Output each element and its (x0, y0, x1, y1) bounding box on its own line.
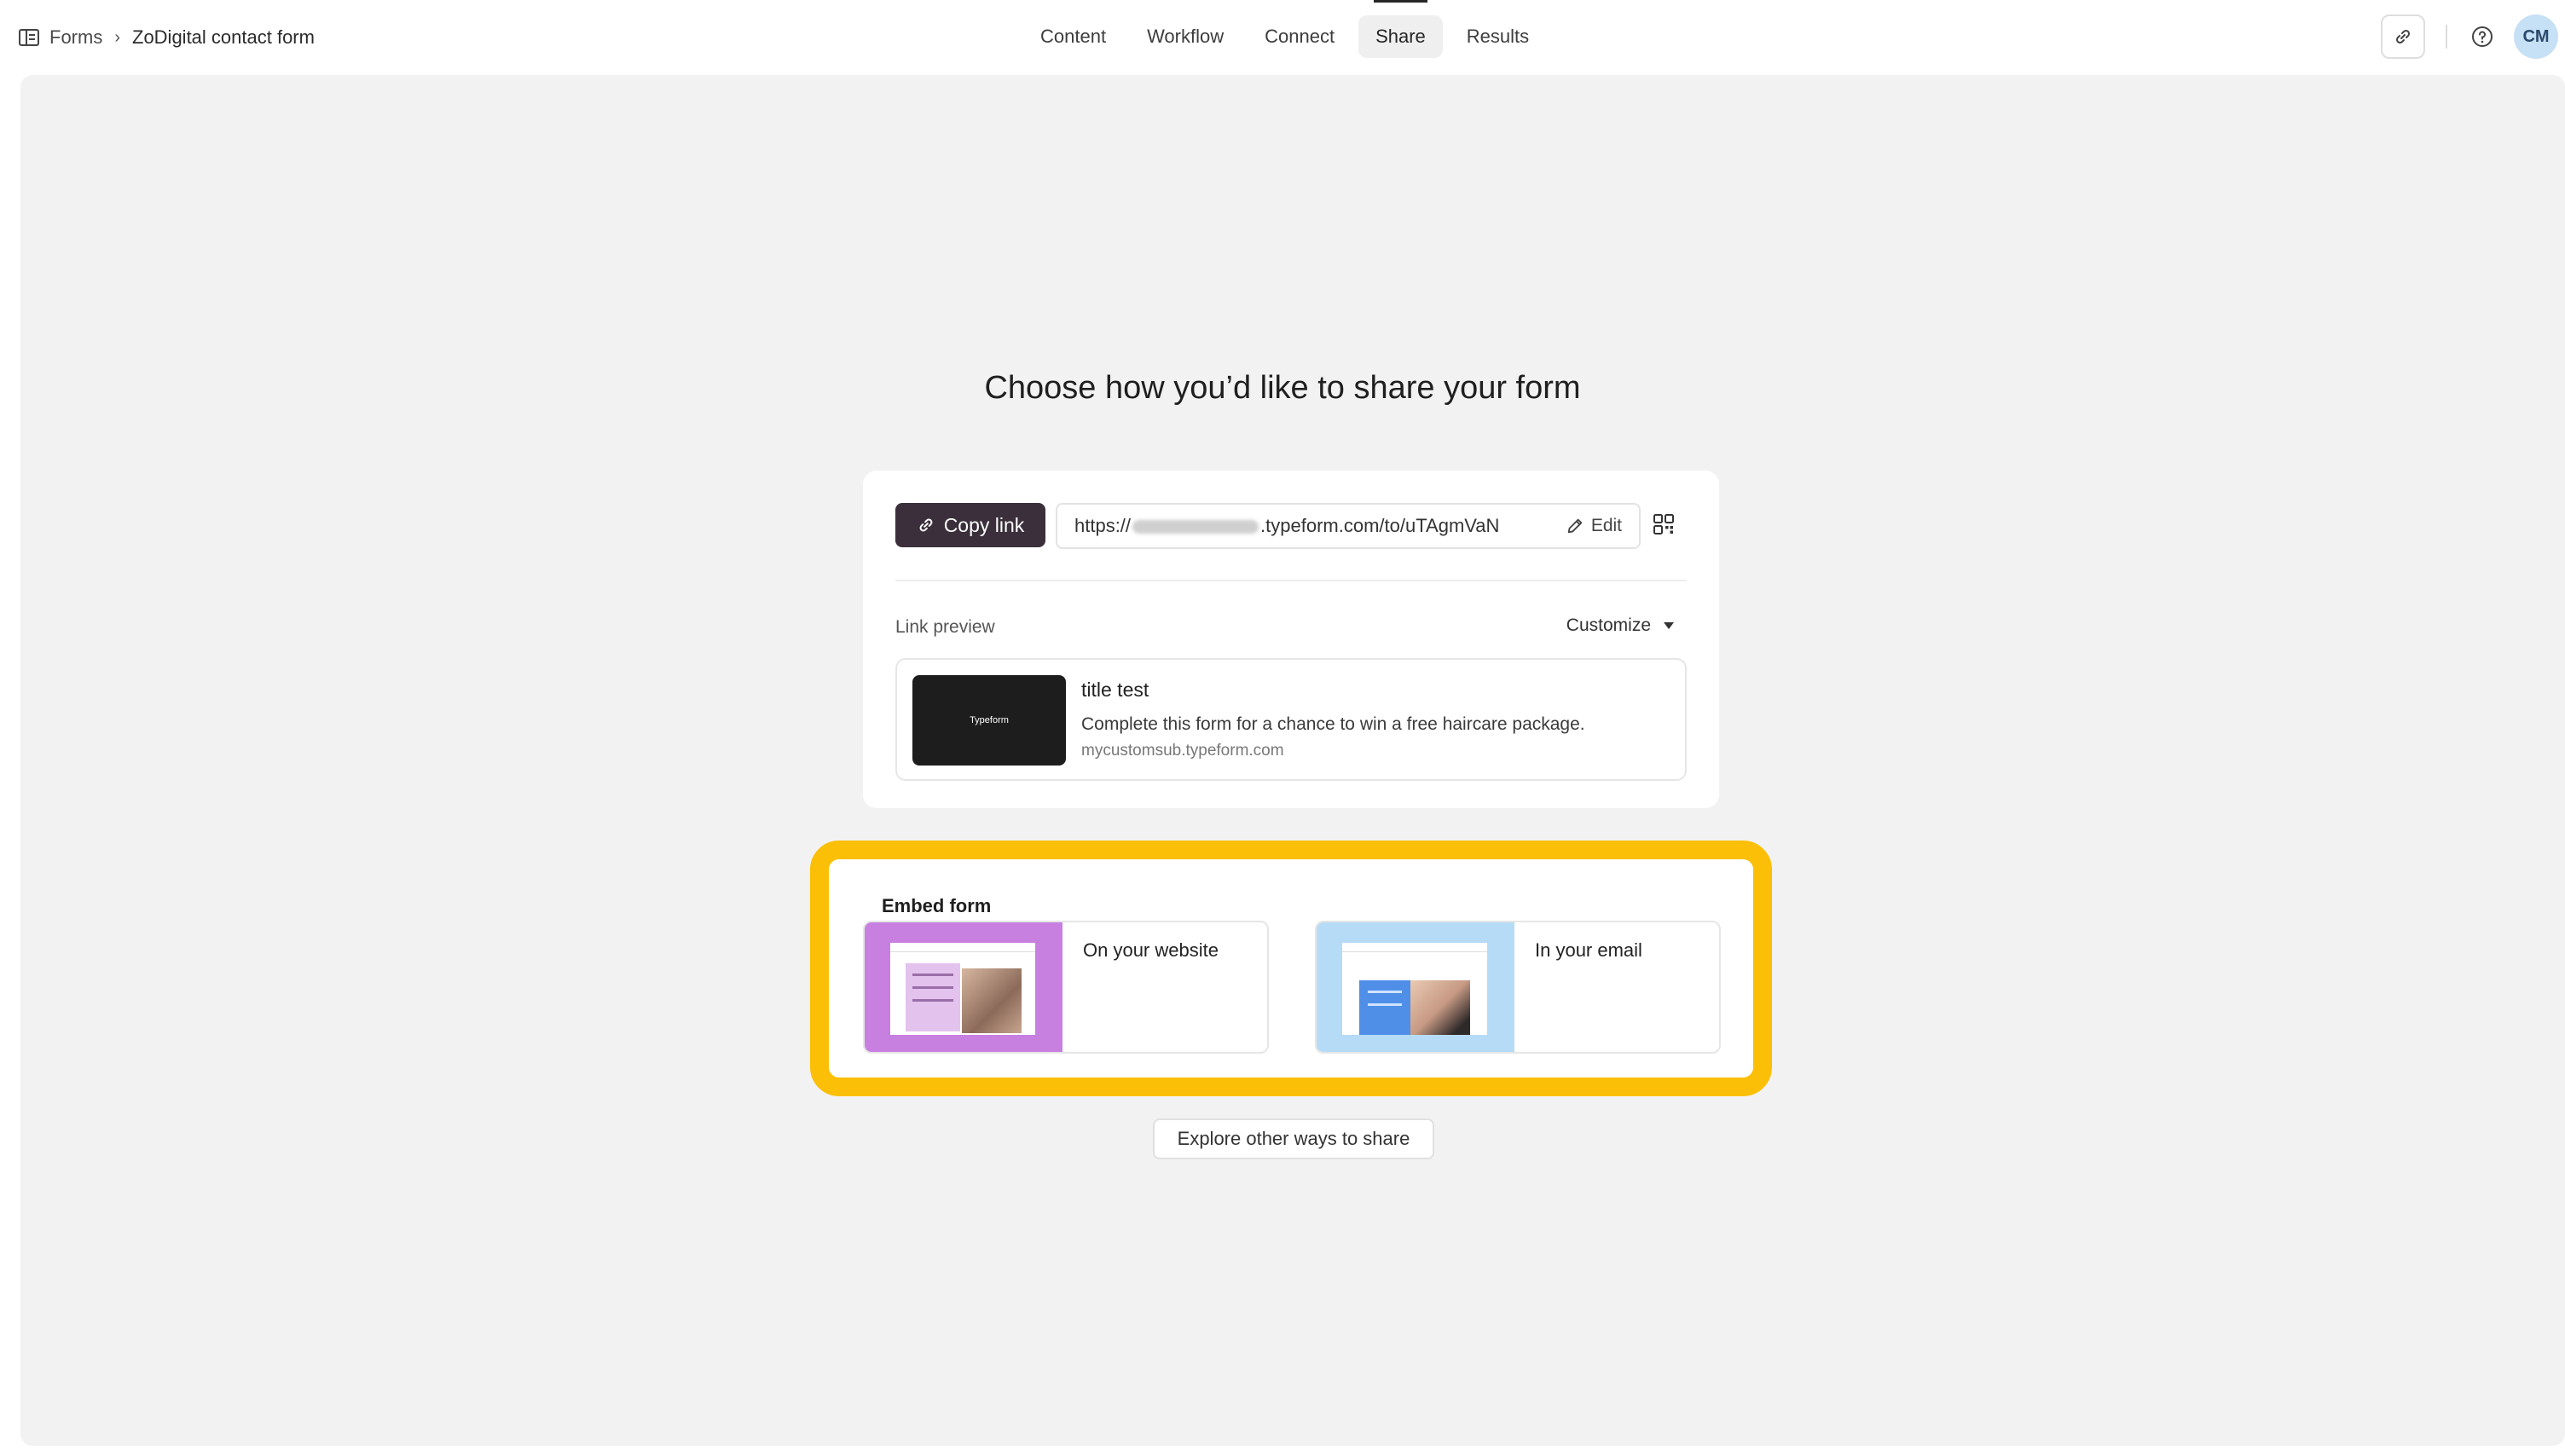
qr-code-icon[interactable] (1651, 511, 1676, 537)
preview-description: Complete this form for a chance to win a… (1081, 714, 1585, 734)
copy-link-label: Copy link (943, 513, 1025, 536)
mock-email-bar (1342, 943, 1487, 952)
embed-on-website-card[interactable]: On your website (863, 921, 1269, 1054)
link-icon (919, 518, 933, 532)
thumbnail-logo-text: Typeform (970, 715, 1009, 725)
mock-photo (1410, 980, 1470, 1035)
edit-label: Edit (1590, 516, 1622, 535)
embed-in-email-label: In your email (1535, 939, 1642, 961)
mock-photo (962, 968, 1022, 1033)
card-divider (895, 580, 1687, 581)
preview-thumbnail: Typeform (912, 675, 1066, 766)
website-preview-image (865, 922, 1062, 1052)
top-bar: Forms › ZoDigital contact form Content W… (0, 0, 2565, 73)
preview-title: title test (1081, 679, 1149, 701)
tab-results[interactable]: Results (1450, 15, 1546, 58)
tab-workflow[interactable]: Workflow (1130, 15, 1241, 58)
help-icon[interactable] (2471, 26, 2493, 48)
website-mock-window (890, 943, 1035, 1035)
page-title: Choose how you’d like to share your form (984, 370, 1581, 406)
url-suffix: .typeform.com/to/uTAgmVaN (1260, 515, 1500, 536)
pencil-icon (1567, 518, 1583, 534)
embed-form-section: Embed form On your website In your email (810, 841, 1772, 1096)
breadcrumb-current-form[interactable]: ZoDigital contact form (132, 26, 315, 49)
mock-form-panel (906, 963, 960, 1031)
avatar[interactable]: CM (2514, 14, 2558, 59)
tab-connect[interactable]: Connect (1248, 15, 1352, 58)
share-link-button[interactable] (2381, 14, 2425, 59)
form-url: https:// .typeform.com/to/uTAgmVaN (1074, 515, 1566, 537)
breadcrumb-forms-link[interactable]: Forms (49, 26, 102, 49)
email-mock-window (1342, 943, 1487, 1035)
embed-in-email-card[interactable]: In your email (1315, 921, 1721, 1054)
edit-url-button[interactable]: Edit (1566, 516, 1622, 536)
email-preview-image (1317, 922, 1514, 1052)
tab-share[interactable]: Share (1358, 0, 1443, 58)
form-url-field[interactable]: https:// .typeform.com/to/uTAgmVaN Edit (1056, 503, 1641, 549)
preview-domain: mycustomsub.typeform.com (1081, 742, 1284, 760)
customize-label: Customize (1566, 615, 1651, 635)
blurred-subdomain (1132, 520, 1259, 534)
link-icon (2395, 29, 2411, 44)
copy-link-button[interactable]: Copy link (895, 503, 1045, 547)
link-preview-label: Link preview (895, 617, 995, 637)
top-right-actions: CM (2381, 14, 2565, 60)
share-link-card: Copy link https:// .typeform.com/to/uTAgm… (863, 471, 1719, 808)
caret-down-icon (1664, 622, 1674, 629)
forms-icon (19, 29, 39, 46)
breadcrumb: Forms › ZoDigital contact form (19, 20, 315, 55)
explore-other-ways-button[interactable]: Explore other ways to share (1153, 1118, 1434, 1159)
customize-dropdown[interactable]: Customize (1566, 615, 1675, 636)
embed-form-title: Embed form (882, 895, 992, 916)
mock-browser-bar (890, 943, 1035, 952)
tab-content[interactable]: Content (1023, 15, 1123, 58)
chevron-right-icon: › (114, 27, 120, 47)
embed-on-website-label: On your website (1083, 939, 1219, 961)
url-prefix: https:// (1074, 515, 1132, 536)
divider (2446, 25, 2447, 49)
main-tabs: Content Workflow Connect Share Results (1023, 0, 1546, 58)
link-preview-box: Typeform title test Complete this form f… (895, 658, 1687, 781)
